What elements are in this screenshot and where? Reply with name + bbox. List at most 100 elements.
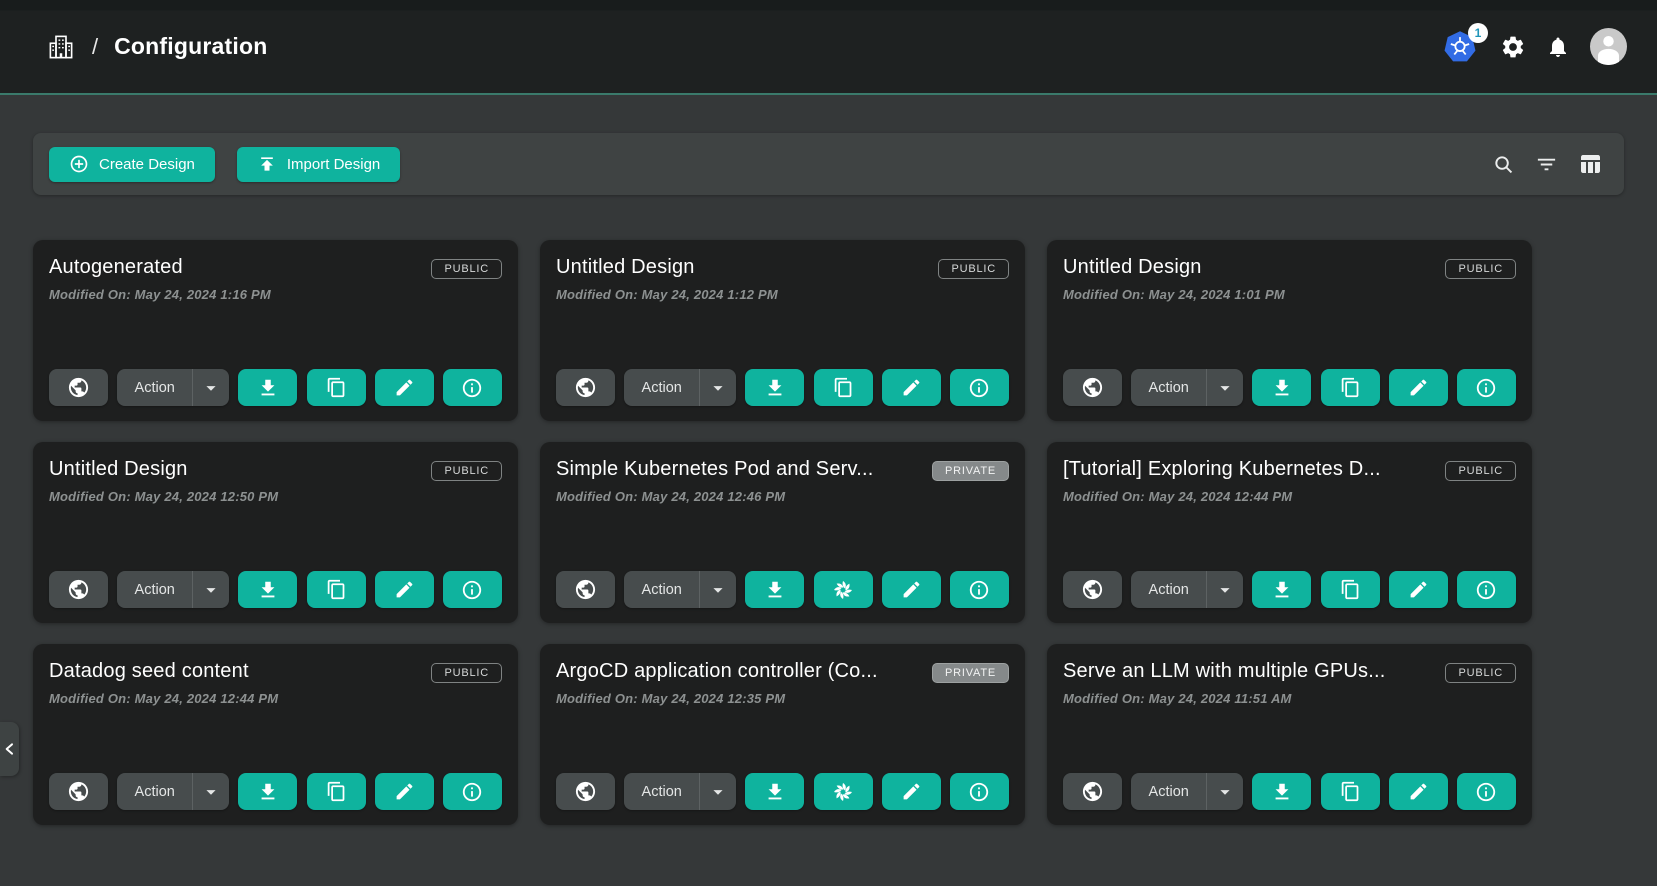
add-circle-icon [69,154,89,174]
kubernetes-context-button[interactable]: 1 [1440,29,1480,65]
action-dropdown-toggle[interactable] [1207,377,1243,399]
download-button[interactable] [238,773,297,810]
action-split-button[interactable]: Action [117,369,229,406]
info-button[interactable] [950,773,1009,810]
collapse-drawer-button[interactable] [0,722,19,776]
action-dropdown-toggle[interactable] [193,781,229,803]
clone-button[interactable] [1321,773,1380,810]
publish-button[interactable] [49,773,108,810]
action-dropdown-toggle[interactable] [700,579,736,601]
pencil-icon [901,579,922,600]
page-title: Configuration [114,33,267,60]
action-split-button[interactable]: Action [117,571,229,608]
action-split-button[interactable]: Action [1131,369,1243,406]
action-dropdown-toggle[interactable] [193,579,229,601]
filter-button[interactable] [1535,153,1558,176]
edit-button[interactable] [882,571,941,608]
design-title: Datadog seed content [49,660,249,683]
edit-button[interactable] [882,773,941,810]
info-button[interactable] [950,369,1009,406]
search-button[interactable] [1492,153,1515,176]
action-dropdown-toggle[interactable] [700,781,736,803]
clone-button[interactable] [307,773,366,810]
edit-button[interactable] [375,773,434,810]
action-dropdown-toggle[interactable] [700,377,736,399]
clone-button[interactable] [307,571,366,608]
info-icon [968,377,990,399]
action-split-button[interactable]: Action [624,571,736,608]
design-card[interactable]: [Tutorial] Exploring Kubernetes D... PUB… [1047,442,1532,623]
publish-button[interactable] [49,571,108,608]
copy-icon [326,377,347,398]
design-card[interactable]: ArgoCD application controller (Co... PRI… [540,644,1025,825]
action-dropdown-toggle[interactable] [193,377,229,399]
clone-button[interactable] [814,369,873,406]
publish-button[interactable] [1063,369,1122,406]
design-card[interactable]: Datadog seed content PUBLIC Modified On:… [33,644,518,825]
download-button[interactable] [1252,571,1311,608]
modified-date: Modified On: May 24, 2024 11:51 AM [1063,691,1516,706]
publish-button[interactable] [1063,571,1122,608]
clone-button[interactable] [814,773,873,810]
publish-button[interactable] [49,369,108,406]
download-button[interactable] [1252,369,1311,406]
action-split-button[interactable]: Action [1131,773,1243,810]
clone-button[interactable] [1321,369,1380,406]
download-button[interactable] [745,369,804,406]
design-card[interactable]: Untitled Design PUBLIC Modified On: May … [1047,240,1532,421]
publish-button[interactable] [556,369,615,406]
action-split-button[interactable]: Action [624,773,736,810]
clone-button[interactable] [814,571,873,608]
info-button[interactable] [1457,571,1516,608]
card-header: Autogenerated PUBLIC [49,256,502,279]
settings-button[interactable] [1500,34,1526,60]
clone-button[interactable] [1321,571,1380,608]
edit-button[interactable] [375,369,434,406]
publish-button[interactable] [556,571,615,608]
action-dropdown-toggle[interactable] [1207,781,1243,803]
action-split-button[interactable]: Action [1131,571,1243,608]
download-button[interactable] [238,571,297,608]
table-view-button[interactable] [1578,152,1602,176]
info-button[interactable] [950,571,1009,608]
action-split-button[interactable]: Action [624,369,736,406]
notifications-button[interactable] [1546,35,1570,59]
edit-button[interactable] [1389,773,1448,810]
info-icon [461,377,483,399]
action-split-button[interactable]: Action [117,773,229,810]
action-dropdown-toggle[interactable] [1207,579,1243,601]
clone-button[interactable] [307,369,366,406]
design-card[interactable]: Serve an LLM with multiple GPUs... PUBLI… [1047,644,1532,825]
action-label: Action [1131,784,1206,800]
download-button[interactable] [1252,773,1311,810]
edit-button[interactable] [375,571,434,608]
building-icon[interactable] [46,31,76,63]
download-button[interactable] [745,571,804,608]
design-card[interactable]: Simple Kubernetes Pod and Serv... PRIVAT… [540,442,1025,623]
import-design-button[interactable]: Import Design [237,147,400,182]
edit-button[interactable] [882,369,941,406]
publish-button[interactable] [556,773,615,810]
publish-button[interactable] [1063,773,1122,810]
design-card[interactable]: Autogenerated PUBLIC Modified On: May 24… [33,240,518,421]
info-button[interactable] [1457,369,1516,406]
user-avatar[interactable] [1590,28,1627,65]
card-action-row: Action [49,773,502,810]
pencil-icon [1408,781,1429,802]
info-button[interactable] [1457,773,1516,810]
pencil-icon [394,377,415,398]
breadcrumb-separator: / [92,34,98,60]
header: / Configuration 1 [0,0,1657,95]
edit-button[interactable] [1389,571,1448,608]
create-design-button[interactable]: Create Design [49,147,215,182]
design-card[interactable]: Untitled Design PUBLIC Modified On: May … [33,442,518,623]
card-header: [Tutorial] Exploring Kubernetes D... PUB… [1063,458,1516,481]
edit-button[interactable] [1389,369,1448,406]
card-action-row: Action [556,773,1009,810]
download-button[interactable] [238,369,297,406]
design-card[interactable]: Untitled Design PUBLIC Modified On: May … [540,240,1025,421]
info-button[interactable] [443,571,502,608]
info-button[interactable] [443,369,502,406]
info-button[interactable] [443,773,502,810]
download-button[interactable] [745,773,804,810]
